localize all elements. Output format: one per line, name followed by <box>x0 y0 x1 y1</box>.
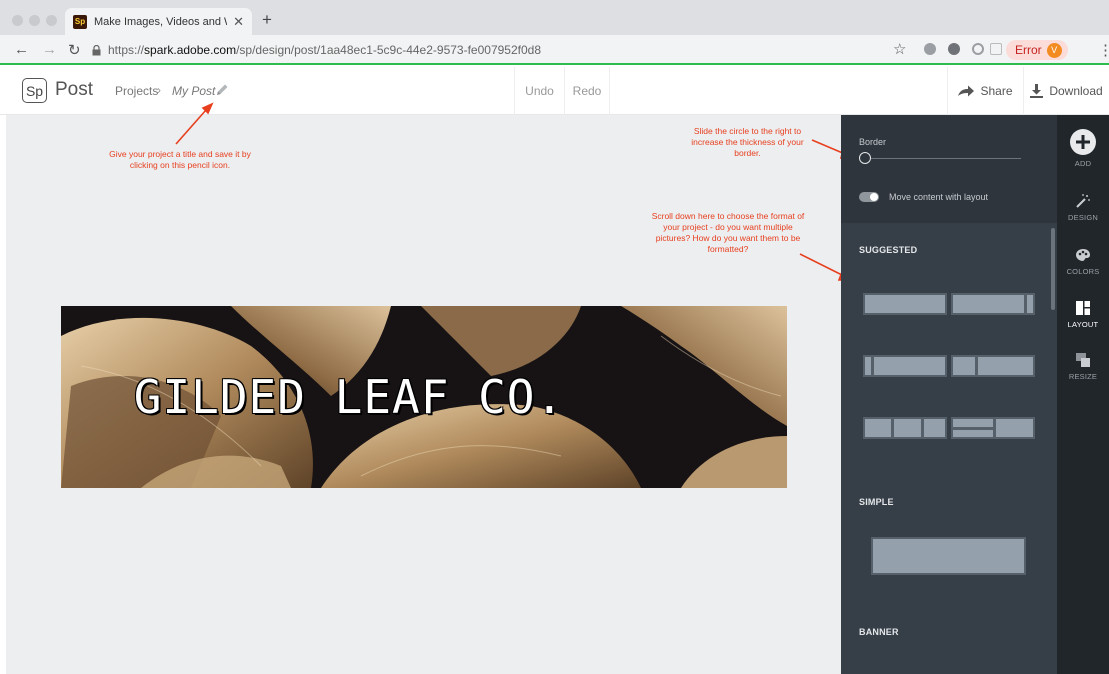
error-label: Error <box>1015 43 1042 57</box>
banner-headline[interactable]: GILDED LEAF CO. <box>61 370 787 424</box>
toolbar-add[interactable]: ADD <box>1057 129 1109 168</box>
profile-error-button[interactable]: Error V <box>1006 40 1068 60</box>
browser-tab[interactable]: Sp Make Images, Videos and Web ✕ <box>65 8 252 35</box>
border-slider-knob[interactable] <box>859 152 871 164</box>
avatar: V <box>1046 42 1062 58</box>
tab-close-icon[interactable]: ✕ <box>233 14 244 30</box>
section-simple: SIMPLE <box>859 497 894 507</box>
undo-button[interactable]: Undo <box>514 67 564 115</box>
url-domain: spark.adobe.com <box>144 43 237 57</box>
share-arrow-icon <box>958 85 975 97</box>
resize-icon <box>1076 353 1090 367</box>
section-banner: BANNER <box>859 627 899 637</box>
section-suggested: SUGGESTED <box>859 245 918 255</box>
url-scheme: https:// <box>108 43 145 57</box>
redo-button[interactable]: Redo <box>564 67 610 115</box>
browser-address-bar: ← → ↻ https://spark.adobe.com/sp/design/… <box>0 35 1109 65</box>
layout-option-3[interactable] <box>863 355 947 377</box>
download-button[interactable]: Download <box>1023 67 1109 115</box>
border-label: Border <box>859 137 887 147</box>
forward-arrow-icon[interactable]: → <box>42 41 57 58</box>
magic-wand-icon <box>1076 194 1090 208</box>
toolbar-colors[interactable]: COLORS <box>1057 247 1109 276</box>
border-settings: Border Move content with layout <box>841 115 1057 223</box>
layout-annotation: Scroll down here to choose the format of… <box>651 211 805 255</box>
url-input[interactable]: https://spark.adobe.com/sp/design/post/1… <box>90 39 920 61</box>
download-label: Download <box>1049 84 1103 98</box>
layout-option-5[interactable] <box>863 417 947 439</box>
app-header: Sp Post Projects › My Post Undo Redo Sha… <box>0 67 1109 115</box>
url-path: /sp/design/post/1aa48ec1-5c9c-44e2-9573-… <box>236 43 541 57</box>
toolbar-resize-label: RESIZE <box>1068 372 1098 381</box>
breadcrumb-separator: › <box>157 83 161 97</box>
window-minimize-button[interactable] <box>29 15 40 26</box>
breadcrumb-projects[interactable]: Projects <box>115 84 158 98</box>
layout-option-simple[interactable] <box>871 537 1026 575</box>
move-content-toggle[interactable] <box>859 192 879 202</box>
layout-option-2[interactable] <box>951 293 1035 315</box>
extension-globe-icon[interactable] <box>924 43 936 55</box>
spark-logo[interactable]: Sp <box>22 78 47 103</box>
back-arrow-icon[interactable]: ← <box>14 41 29 58</box>
border-annotation: Slide the circle to the right to increas… <box>691 126 804 159</box>
download-icon <box>1030 84 1044 98</box>
layout-option-6[interactable] <box>951 417 1035 439</box>
banner-image[interactable]: GILDED LEAF CO. <box>61 306 787 488</box>
spark-favicon-icon: Sp <box>73 14 87 29</box>
toolbar-design-label: DESIGN <box>1068 213 1098 222</box>
panel-scrollbar[interactable] <box>1051 228 1055 310</box>
window-zoom-button[interactable] <box>46 15 57 26</box>
extension-cast-icon[interactable] <box>990 43 1002 55</box>
project-title[interactable]: My Post <box>172 84 215 98</box>
share-label: Share <box>980 84 1013 98</box>
toolbar-layout[interactable]: LAYOUT <box>1057 300 1109 329</box>
browser-menu-icon[interactable]: ⋮ <box>1098 41 1109 59</box>
browser-tab-bar: Sp Make Images, Videos and Web ✕ + <box>0 0 1109 35</box>
layout-option-1[interactable] <box>863 293 947 315</box>
window-close-button[interactable] <box>12 15 23 26</box>
toolbar-add-label: ADD <box>1074 159 1092 168</box>
extension-w-icon[interactable] <box>948 43 960 55</box>
extension-circle-icon[interactable] <box>972 43 984 55</box>
pencil-annotation: Give your project a title and save it by… <box>109 149 251 171</box>
layout-option-4[interactable] <box>951 355 1035 377</box>
share-button[interactable]: Share <box>947 67 1023 115</box>
toolbar-layout-label: LAYOUT <box>1067 320 1099 329</box>
side-toolbar: ADD DESIGN COLORS LAYOUT RESIZE <box>1057 115 1109 674</box>
border-slider-track[interactable] <box>871 158 1021 159</box>
reload-icon[interactable]: ↻ <box>68 41 81 59</box>
add-icon <box>1070 129 1096 155</box>
toolbar-colors-label: COLORS <box>1066 267 1100 276</box>
pencil-icon[interactable] <box>214 82 230 98</box>
toolbar-resize[interactable]: RESIZE <box>1057 352 1109 381</box>
palette-icon <box>1076 249 1090 261</box>
layout-icon <box>1076 301 1090 315</box>
app-name: Post <box>55 79 94 100</box>
layout-panel: Border Move content with layout SUGGESTE… <box>841 115 1057 674</box>
new-tab-button[interactable]: + <box>262 10 272 30</box>
lock-icon <box>90 44 102 56</box>
move-content-label: Move content with layout <box>889 192 989 202</box>
bookmark-star-icon[interactable]: ☆ <box>893 40 906 58</box>
tab-title: Make Images, Videos and Web <box>94 15 227 28</box>
toolbar-design[interactable]: DESIGN <box>1057 193 1109 222</box>
